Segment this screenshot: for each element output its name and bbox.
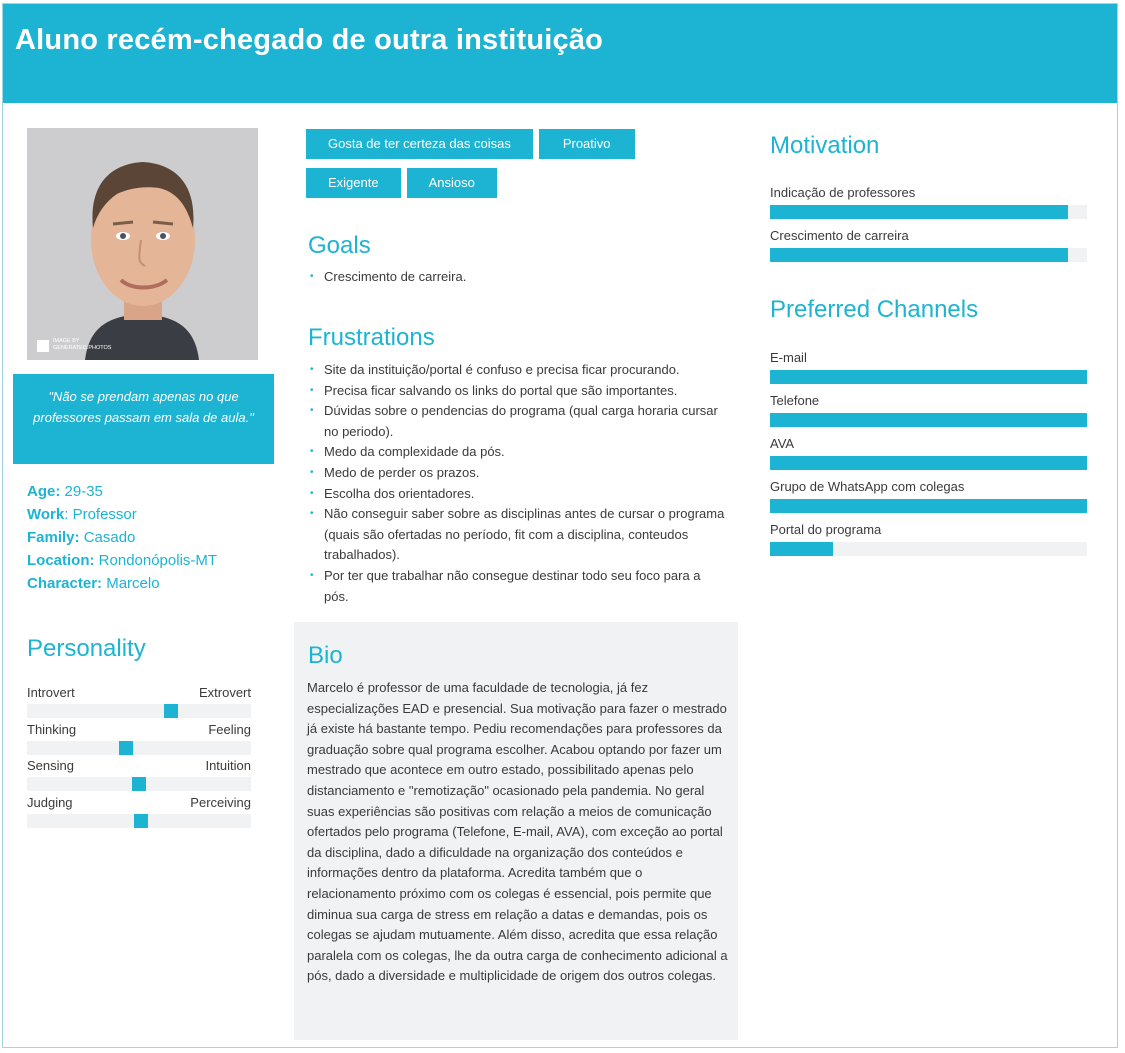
bio-title: Bio [308,642,343,669]
channel-item: Telefone [770,389,1087,432]
personality-title: Personality [27,635,146,662]
play-arrow-icon [37,340,49,352]
motivation-meters: Indicação de professores Crescimento de … [770,181,1087,267]
bio-text: Marcelo é professor de uma faculdade de … [307,680,728,984]
channels-title: Preferred Channels [770,296,979,323]
list-item: Não conseguir saber sobre as disciplinas… [308,504,728,566]
motivation-item: Indicação de professores [770,181,1087,224]
channel-item: E-mail [770,346,1087,389]
fact-work: Work: Professor [27,506,137,523]
list-item: Escolha dos orientadores. [308,484,728,505]
list-item: Crescimento de carreira. [308,267,728,288]
motivation-item: Crescimento de carreira [770,224,1087,267]
level-fill [770,456,1087,470]
channel-item: Grupo de WhatsApp com colegas [770,475,1087,518]
channel-meters: E-mail Telefone AVA Grupo de WhatsApp co… [770,346,1087,561]
tag: Gosta de ter certeza das coisas [306,129,533,159]
trait-marker [134,813,148,828]
fact-family: Family: Casado [27,529,136,546]
persona-quote: "Não se prendam apenas no que professore… [13,374,274,464]
motivation-title: Motivation [770,132,880,159]
goals-list: Crescimento de carreira. [308,267,728,288]
tag: Proativo [538,129,635,159]
personality-trait: Judging Perceiving [27,790,251,828]
trait-tags: Gosta de ter certeza das coisas Proativo … [306,129,726,207]
level-fill [770,542,834,556]
channel-item: Portal do programa [770,518,1087,561]
list-item: Por ter que trabalhar não consegue desti… [308,566,728,607]
tag: Exigente [306,168,401,198]
level-fill [770,248,1068,262]
level-fill [770,413,1087,427]
list-item: Dúvidas sobre o pendencias do programa (… [308,401,728,442]
frustrations-list: Site da instituição/portal é confuso e p… [308,360,728,607]
goals-title: Goals [308,232,371,259]
personality-trait: Sensing Intuition [27,753,251,791]
personality-sliders: Introvert Extrovert Thinking Feeling Sen… [27,680,251,828]
personality-trait: Introvert Extrovert [27,680,251,718]
level-fill [770,205,1068,219]
list-item: Site da instituição/portal é confuso e p… [308,360,728,381]
list-item: Medo da complexidade da pós. [308,442,728,463]
list-item: Medo de perder os prazos. [308,463,728,484]
fact-character: Character: Marcelo [27,575,160,592]
list-item: Precisa ficar salvando os links do porta… [308,381,728,402]
level-fill [770,499,1087,513]
frustrations-title: Frustrations [308,324,435,351]
photo-credit: IMAGE BY GENERATED.PHOTOS [53,338,112,351]
page-title: Aluno recém-chegado de outra instituição [15,24,604,56]
personality-trait: Thinking Feeling [27,717,251,755]
channel-item: AVA [770,432,1087,475]
portrait-illustration [27,128,258,360]
fact-age: Age: 29-35 [27,483,103,500]
persona-facts: Age: 29-35 Work: Professor Family: Casad… [27,480,277,595]
persona-card: Aluno recém-chegado de outra instituição [2,3,1118,1048]
persona-photo: IMAGE BY GENERATED.PHOTOS [27,128,258,360]
tag: Ansioso [406,168,497,198]
bio-panel: Bio Marcelo é professor de uma faculdade… [294,622,738,1040]
fact-location: Location: Rondonópolis-MT [27,552,218,569]
level-fill [770,370,1087,384]
header-banner: Aluno recém-chegado de outra instituição [3,4,1117,103]
